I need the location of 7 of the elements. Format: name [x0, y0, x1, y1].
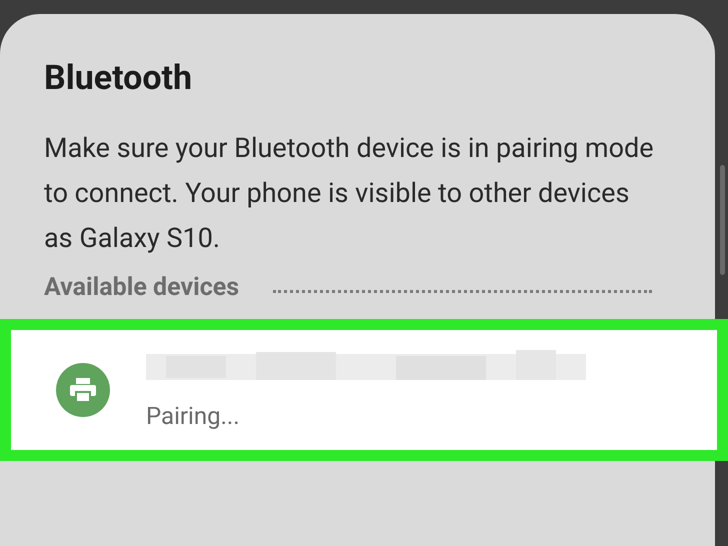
scrollbar-icon: [720, 165, 725, 275]
description-text: Make sure your Bluetooth device is in pairing mode to connect. Your phone is visible to other devices as Galaxy S10.: [44, 131, 655, 256]
device-status: Pairing...: [146, 400, 240, 432]
device-item[interactable]: Pairing...: [0, 318, 728, 460]
dialog-title: Bluetooth: [44, 57, 192, 100]
printer-icon: [56, 362, 110, 416]
section-header: Available devices: [44, 272, 240, 304]
